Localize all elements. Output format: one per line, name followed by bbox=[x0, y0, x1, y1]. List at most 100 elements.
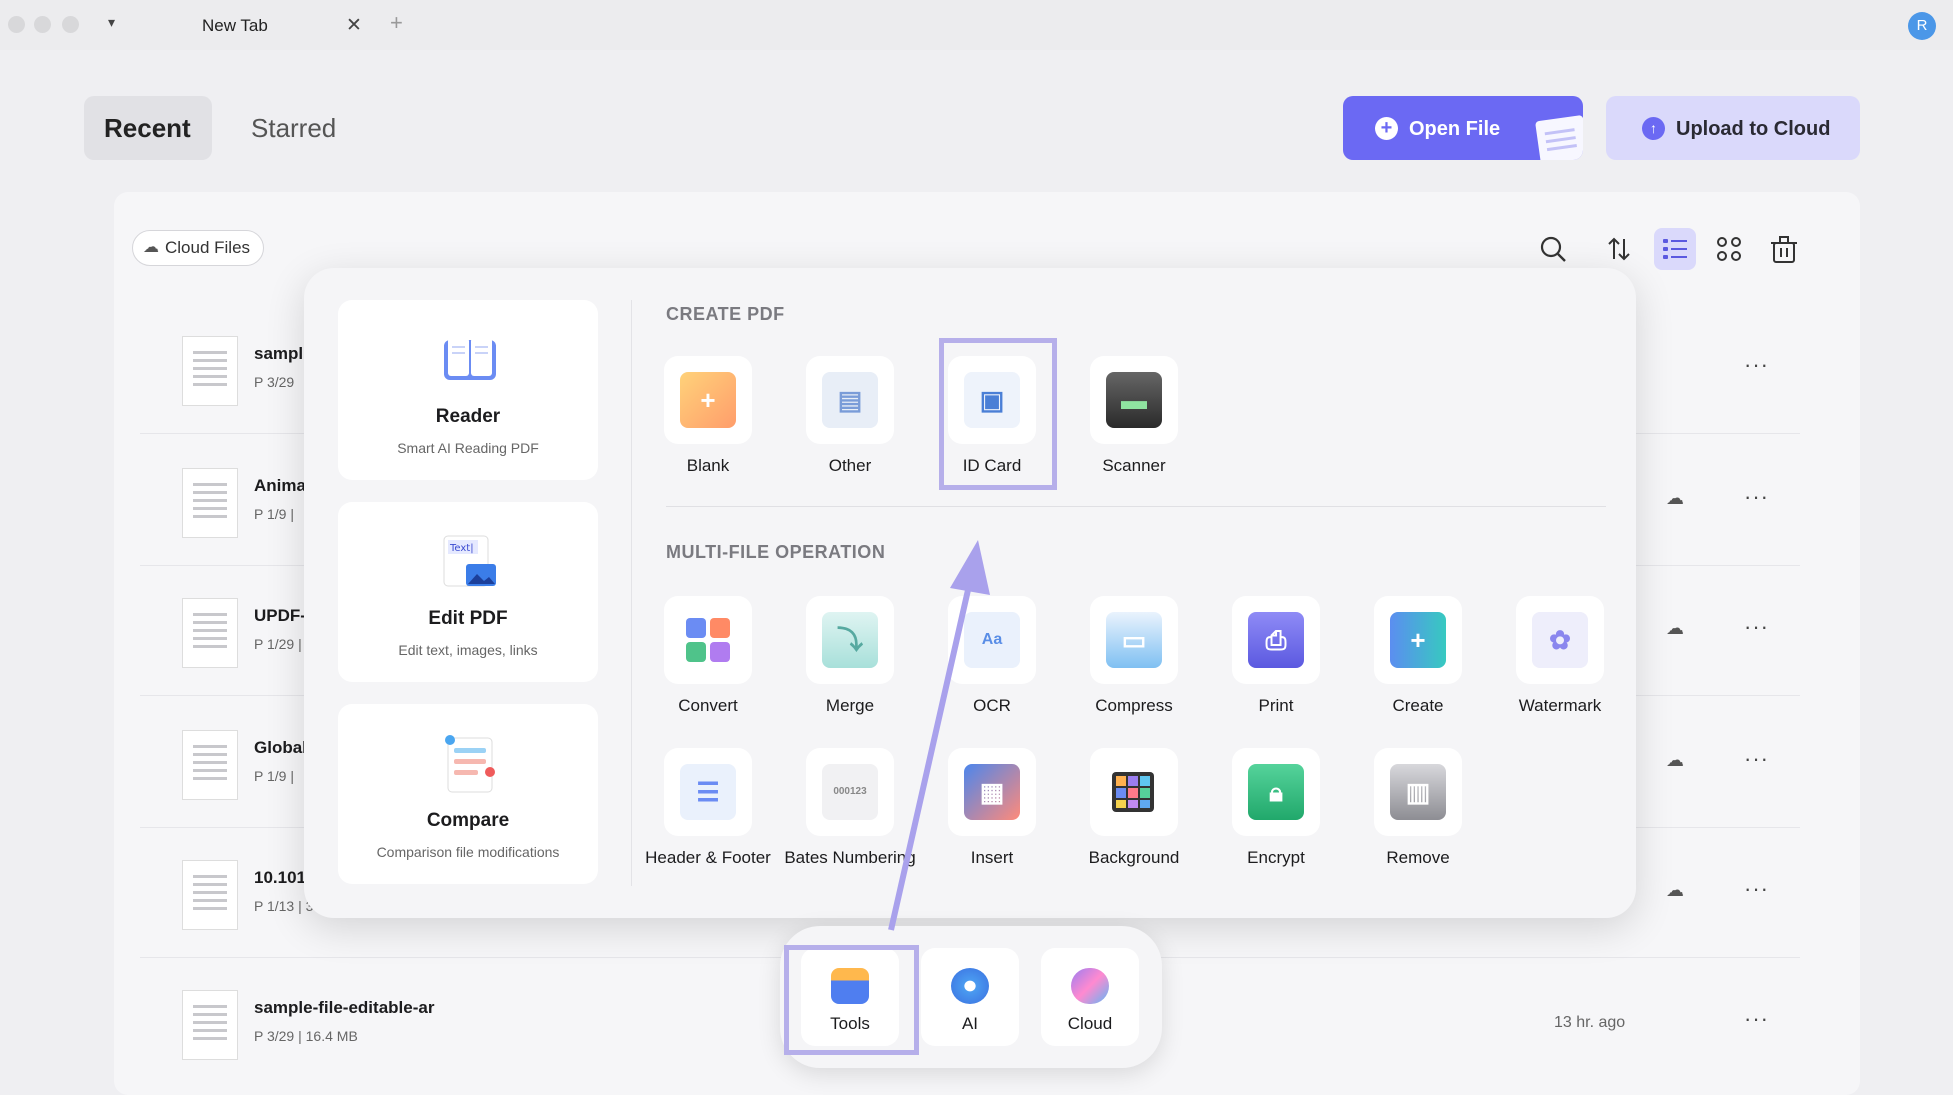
cloud-icon bbox=[1071, 968, 1109, 1004]
tool-label: Other bbox=[828, 456, 872, 475]
more-options-icon[interactable]: ··· bbox=[1744, 352, 1769, 378]
close-window-button[interactable] bbox=[8, 16, 25, 33]
file-modified-time: 13 hr. ago bbox=[1554, 1014, 1626, 1031]
tool-label: OCR bbox=[973, 696, 1011, 715]
upload-to-cloud-button[interactable]: ↑ Upload to Cloud bbox=[1606, 96, 1860, 160]
file-meta: P 1/29 | bbox=[254, 636, 302, 652]
open-file-button[interactable]: + Open File bbox=[1343, 96, 1583, 160]
more-options-icon[interactable]: ··· bbox=[1744, 1006, 1769, 1032]
compare-card[interactable]: Compare Comparison file modifications bbox=[338, 704, 598, 884]
tool-other[interactable]: ▤ Other bbox=[779, 356, 921, 476]
create-icon: + bbox=[1390, 612, 1446, 668]
dock-ai-label: AI bbox=[961, 1014, 979, 1033]
trash-icon[interactable] bbox=[1763, 228, 1805, 270]
lock-icon: 🔒︎ bbox=[1248, 764, 1304, 820]
more-options-icon[interactable]: ··· bbox=[1744, 746, 1769, 772]
tool-background[interactable]: Background bbox=[1063, 748, 1205, 868]
tab-starred[interactable]: Starred bbox=[231, 96, 356, 160]
edit-pdf-desc: Edit text, images, links bbox=[398, 642, 538, 658]
cloud-upload-icon[interactable]: ☁ bbox=[1666, 750, 1684, 771]
list-view-icon[interactable] bbox=[1654, 228, 1696, 270]
edit-pdf-card[interactable]: Text| Edit PDF Edit text, images, links bbox=[338, 502, 598, 682]
search-icon[interactable] bbox=[1532, 228, 1574, 270]
tool-label: Blank bbox=[686, 456, 730, 475]
more-options-icon[interactable]: ··· bbox=[1744, 484, 1769, 510]
upload-to-cloud-label: Upload to Cloud bbox=[1676, 118, 1831, 140]
tools-popup: Reader Smart AI Reading PDF Text| Edit P… bbox=[304, 268, 1636, 918]
grid-view-icon[interactable] bbox=[1708, 228, 1750, 270]
browser-tab[interactable]: New Tab ✕ bbox=[140, 6, 372, 46]
tool-icon-box bbox=[664, 596, 752, 684]
file-meta: P 1/9 | bbox=[254, 506, 294, 522]
file-thumbnail bbox=[182, 336, 238, 406]
tool-watermark[interactable]: ✿ Watermark bbox=[1489, 596, 1631, 716]
edit-icon-text: Text| bbox=[449, 543, 474, 554]
compress-icon: ▭ bbox=[1106, 612, 1162, 668]
background-icon bbox=[1106, 764, 1162, 820]
tab-list-dropdown-icon[interactable]: ▾ bbox=[108, 14, 115, 31]
user-avatar[interactable]: R bbox=[1908, 12, 1936, 40]
tab-title: New Tab bbox=[202, 16, 268, 35]
file-thumbnail bbox=[182, 860, 238, 930]
tool-label: Insert bbox=[970, 848, 1014, 867]
tool-print[interactable]: ⎙ Print bbox=[1205, 596, 1347, 716]
tool-header-footer[interactable]: ☰ Header & Footer bbox=[637, 748, 779, 868]
blank-page-icon: + bbox=[680, 372, 736, 428]
tool-icon-box bbox=[1090, 748, 1178, 836]
tool-scanner[interactable]: ▬ Scanner bbox=[1063, 356, 1205, 476]
open-file-label: Open File bbox=[1409, 118, 1501, 140]
tool-label: Background bbox=[1088, 848, 1180, 867]
file-name: 10.101 bbox=[254, 868, 306, 887]
maximize-window-button[interactable] bbox=[62, 16, 79, 33]
tab-close-icon[interactable]: ✕ bbox=[346, 14, 362, 37]
tool-label: Compress bbox=[1095, 696, 1173, 715]
new-tab-icon[interactable]: + bbox=[390, 10, 403, 36]
tool-icon-box: ▦ bbox=[948, 748, 1036, 836]
tool-blank[interactable]: + Blank bbox=[637, 356, 779, 476]
file-thumbnail bbox=[182, 598, 238, 668]
tool-compress[interactable]: ▭ Compress bbox=[1063, 596, 1205, 716]
tool-label: Header & Footer bbox=[645, 848, 771, 867]
tool-icon-box: ⎙ bbox=[1232, 596, 1320, 684]
id-card-highlight bbox=[939, 338, 1057, 490]
cloud-upload-icon[interactable]: ☁ bbox=[1666, 880, 1684, 901]
printer-icon: ⎙ bbox=[1248, 612, 1304, 668]
tool-icon-box: ☰ bbox=[664, 748, 752, 836]
tool-icon-box: + bbox=[664, 356, 752, 444]
ocr-icon: Aa bbox=[964, 612, 1020, 668]
sort-icon[interactable] bbox=[1598, 228, 1640, 270]
tool-icon-box: ⤵ bbox=[806, 596, 894, 684]
tool-insert[interactable]: ▦ Insert bbox=[921, 748, 1063, 868]
tool-icon-box: 🔒︎ bbox=[1232, 748, 1320, 836]
tab-recent[interactable]: Recent bbox=[84, 96, 212, 160]
dock-ai[interactable]: AI bbox=[921, 948, 1019, 1046]
dock-cloud[interactable]: Cloud bbox=[1041, 948, 1139, 1046]
cloud-upload-icon[interactable]: ☁ bbox=[1666, 488, 1684, 509]
cloud-icon: ☁ bbox=[143, 239, 159, 256]
cloud-files-label: Cloud Files bbox=[165, 238, 251, 257]
tool-label: Scanner bbox=[1102, 456, 1166, 475]
tool-label: Remove bbox=[1386, 848, 1450, 867]
tool-create[interactable]: + Create bbox=[1347, 596, 1489, 716]
reader-title: Reader bbox=[435, 406, 501, 427]
minimize-window-button[interactable] bbox=[34, 16, 51, 33]
popup-divider bbox=[631, 300, 632, 886]
tool-label: Watermark bbox=[1518, 696, 1602, 715]
cloud-files-filter[interactable]: ☁ Cloud Files bbox=[132, 230, 264, 266]
multi-file-heading: MULTI-FILE OPERATION bbox=[666, 542, 886, 562]
insert-icon: ▦ bbox=[964, 764, 1020, 820]
other-docs-icon: ▤ bbox=[822, 372, 878, 428]
file-name: UPDF- bbox=[254, 606, 306, 625]
tool-convert[interactable]: Convert bbox=[637, 596, 779, 716]
tool-remove[interactable]: ▥ Remove bbox=[1347, 748, 1489, 868]
reader-card[interactable]: Reader Smart AI Reading PDF bbox=[338, 300, 598, 480]
tool-ocr[interactable]: Aa OCR bbox=[921, 596, 1063, 716]
tool-encrypt[interactable]: 🔒︎ Encrypt bbox=[1205, 748, 1347, 868]
ai-assistant-icon bbox=[951, 968, 989, 1004]
cloud-upload-icon[interactable]: ☁ bbox=[1666, 618, 1684, 639]
tool-bates-numbering[interactable]: 000123 Bates Numbering bbox=[779, 748, 921, 868]
more-options-icon[interactable]: ··· bbox=[1744, 614, 1769, 640]
file-name: sample-file-editable-ar bbox=[254, 998, 435, 1017]
more-options-icon[interactable]: ··· bbox=[1744, 876, 1769, 902]
tool-merge[interactable]: ⤵ Merge bbox=[779, 596, 921, 716]
